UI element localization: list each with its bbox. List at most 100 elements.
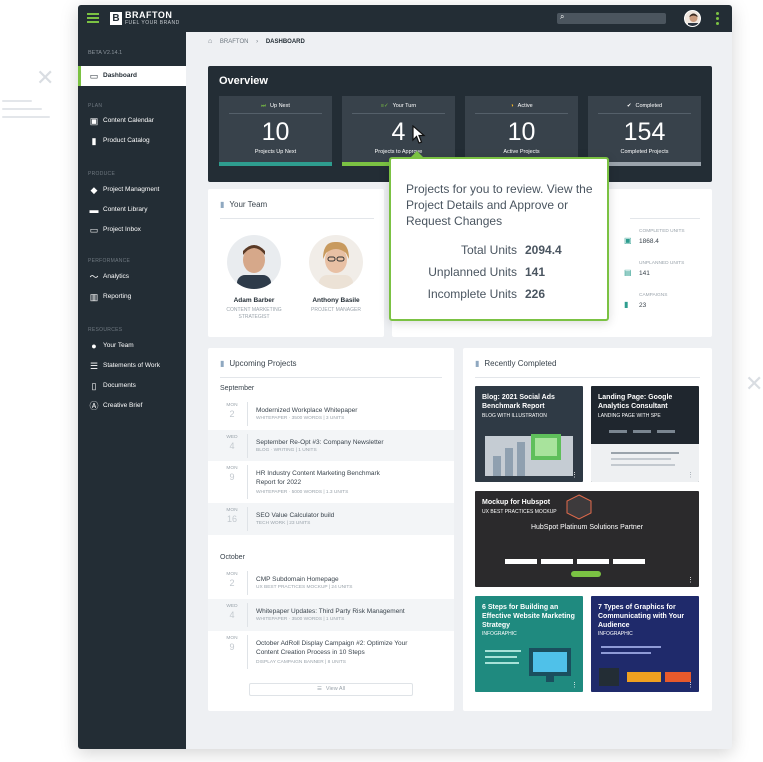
completed-item[interactable]: Mockup for Hubspot UX BEST PRACTICES MOC… <box>475 491 699 587</box>
item-subtitle: INFOGRAPHIC <box>482 631 517 637</box>
sidebar-item-label: Reporting <box>103 293 132 300</box>
sidebar-item-reporting[interactable]: ▥ Reporting <box>78 287 186 307</box>
day-number: 4 <box>229 441 235 451</box>
tooltip-message: Projects for you to review. View the Pro… <box>406 182 593 228</box>
sidebar-item-analytics[interactable]: 〜 Analytics <box>78 267 186 287</box>
monitor-icon: ▭ <box>89 71 99 81</box>
project-date: MON 16 <box>222 508 242 524</box>
sidebar-item-content-calendar[interactable]: ▣ Content Calendar <box>78 111 186 131</box>
month-heading: September <box>220 385 255 392</box>
book-icon: ▮ <box>220 359 225 368</box>
stat-value: 4 <box>391 118 406 146</box>
check-circle-icon: ✔ <box>626 103 632 109</box>
stat-your-turn[interactable]: ≡✓ Your Turn 4 Projects to Approve <box>342 96 455 166</box>
sidebar-item-creative-brief[interactable]: Ⓐ Creative Brief <box>78 396 186 416</box>
project-row[interactable]: WED 4 Whitepaper Updates: Third Party Ris… <box>208 599 454 631</box>
stat-label: Completed Projects <box>620 149 669 155</box>
project-title: September Re-Opt #3: Company Newsletter <box>256 439 384 446</box>
calendar-icon: ▤ <box>624 268 632 277</box>
more-options-icon[interactable]: ⋮ <box>687 472 694 479</box>
item-title: Blog: 2021 Social Ads Benchmark Report <box>482 394 555 410</box>
trending-icon: 〜 <box>89 272 99 282</box>
completed-item[interactable]: Landing Page: Google Analytics Consultan… <box>591 386 699 482</box>
project-title: Modernized Workplace Whitepaper <box>256 407 358 414</box>
bookmark-icon: ▮ <box>624 300 629 309</box>
menu-icon[interactable] <box>87 13 99 25</box>
divider <box>475 377 700 378</box>
units-value: 1868.4 <box>639 238 659 245</box>
upcoming-projects-card: ▮ Upcoming Projects September MON 2 Modern… <box>208 348 454 711</box>
divider <box>247 434 248 458</box>
project-row[interactable]: MON 2 CMP Subdomain Homepage UX BEST PRAC… <box>208 567 454 599</box>
search-icon: ⌕ <box>560 12 565 21</box>
version-label: BETA V2.14.1 <box>88 50 123 56</box>
tooltip-value: 226 <box>525 287 546 301</box>
day-of-week: MON <box>226 636 238 641</box>
team-member[interactable]: Anthony Basile PROJECT MANAGER <box>298 235 374 314</box>
team-member[interactable]: Adam Barber CONTENT MARKETING STRATEGIST <box>216 235 292 321</box>
completed-item[interactable]: Blog: 2021 Social Ads Benchmark Report B… <box>475 386 583 482</box>
stat-up-next[interactable]: ⏭ Up Next 10 Projects Up Next <box>219 96 332 166</box>
member-name: Anthony Basile <box>312 297 360 304</box>
brand-logo[interactable]: B <box>110 12 122 25</box>
breadcrumb-root[interactable]: BRAFTON <box>220 39 249 45</box>
sidebar-item-product-catalog[interactable]: ▮ Product Catalog <box>78 131 186 151</box>
view-all-button[interactable]: ☰ View All <box>249 683 413 696</box>
completed-item[interactable]: 6 Steps for Building an Effective Websit… <box>475 596 583 692</box>
project-row[interactable]: WED 4 September Re-Opt #3: Company Newsle… <box>208 430 454 461</box>
section-resources: RESOURCES <box>88 327 123 333</box>
image-icon: ▬ <box>89 205 99 215</box>
sidebar-item-dashboard[interactable]: ▭ Dashboard <box>78 66 186 86</box>
member-role: CONTENT MARKETING STRATEGIST <box>226 307 282 320</box>
sidebar-item-label: Content Calendar <box>103 117 154 124</box>
sidebar-item-project-management[interactable]: ◆ Project Managment <box>78 180 186 200</box>
stat-label: Projects Up Next <box>254 149 297 155</box>
user-avatar[interactable] <box>684 10 701 27</box>
tooltip-arrow <box>409 151 425 159</box>
breadcrumb-current: DASHBOARD <box>265 39 305 45</box>
project-meta: UX BEST PRACTICES MOCKUP | 24 UNITS <box>256 585 353 590</box>
book-icon: ▮ <box>475 359 480 368</box>
stat-completed[interactable]: ✔ Completed 154 Completed Projects <box>588 96 701 166</box>
sidebar-item-content-library[interactable]: ▬ Content Library <box>78 200 186 220</box>
card-title: ▮ Your Team <box>220 200 267 209</box>
sidebar-item-documents[interactable]: ▯ Documents <box>78 376 186 396</box>
day-of-week: MON <box>226 466 238 471</box>
brand-tagline: FUEL YOUR BRAND <box>125 20 180 26</box>
stat-value: 10 <box>507 118 536 146</box>
member-role: PROJECT MANAGER <box>311 307 361 313</box>
more-options-icon[interactable]: ⋮ <box>687 577 694 584</box>
project-title: SEO Value Calculator build <box>256 512 335 519</box>
day-of-week: MON <box>226 572 238 577</box>
completed-item[interactable]: 7 Types of Graphics for Communicating wi… <box>591 596 699 692</box>
sidebar-item-project-inbox[interactable]: ▭ Project Inbox <box>78 220 186 240</box>
item-subtitle: BLOG WITH ILLUSTRATION <box>482 413 547 419</box>
your-team-card: ▮ Your Team Adam Barber CONTENT MARKETING… <box>208 189 384 337</box>
stat-head-label: Active <box>517 103 533 109</box>
sidebar-item-label: Content Library <box>103 206 148 213</box>
project-row[interactable]: MON 9 HR Industry Content Marketing Bench… <box>208 461 454 503</box>
more-options-icon[interactable] <box>716 12 719 27</box>
search-input[interactable]: ⌕ <box>557 12 666 24</box>
more-options-icon[interactable]: ⋮ <box>571 682 578 689</box>
divider <box>220 218 374 219</box>
divider <box>229 113 322 114</box>
progress-icon: ◑ <box>510 103 514 109</box>
breadcrumb: ⌂ BRAFTON › DASHBOARD <box>208 38 305 45</box>
day-number: 2 <box>229 578 235 588</box>
project-row[interactable]: MON 2 Modernized Workplace Whitepaper WHI… <box>208 398 454 430</box>
tooltip-value: 141 <box>525 265 546 279</box>
sidebar-item-statements-of-work[interactable]: ☰ Statements of Work <box>78 356 186 376</box>
project-row[interactable]: MON 16 SEO Value Calculator build TECH WO… <box>208 503 454 535</box>
item-subtitle: INFOGRAPHIC <box>598 631 633 637</box>
overview-title: Overview <box>219 75 268 87</box>
stat-active[interactable]: ◑ Active 10 Active Projects <box>465 96 578 166</box>
more-options-icon[interactable]: ⋮ <box>687 682 694 689</box>
tooltip-label: Total Units <box>460 243 517 257</box>
project-row[interactable]: MON 9 October AdRoll Display Campaign #2:… <box>208 631 454 673</box>
stat-value: 154 <box>623 118 666 146</box>
more-options-icon[interactable]: ⋮ <box>571 472 578 479</box>
sidebar-item-your-team[interactable]: ● Your Team <box>78 336 186 356</box>
home-icon[interactable]: ⌂ <box>208 38 212 45</box>
day-number: 2 <box>229 409 235 419</box>
